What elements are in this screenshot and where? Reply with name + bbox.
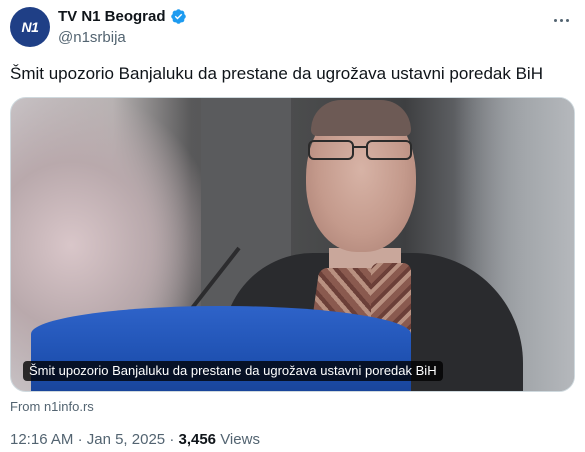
speaker-hair: [311, 100, 411, 136]
meta-separator: ·: [77, 431, 83, 448]
media-caption: Šmit upozorio Banjaluku da prestane da u…: [23, 361, 443, 381]
speaker-glasses: [304, 140, 420, 162]
views-label: Views: [220, 431, 260, 448]
avatar[interactable]: N1: [10, 7, 50, 47]
views-count: 3,456: [178, 431, 217, 448]
more-horizontal-icon[interactable]: [551, 10, 571, 30]
author-display-name[interactable]: TV N1 Beograd: [58, 8, 166, 25]
meta-separator-2: ·: [169, 431, 175, 448]
tweet-meta: 12:16 AM · Jan 5, 2025 · 3,456 Views: [10, 431, 260, 448]
tweet-date[interactable]: Jan 5, 2025: [87, 431, 165, 448]
tweet-text: Šmit upozorio Banjaluku da prestane da u…: [10, 64, 543, 83]
verified-badge-icon: [170, 9, 186, 24]
tweet-time[interactable]: 12:16 AM: [10, 431, 73, 448]
author-name-row: TV N1 Beograd: [58, 8, 187, 25]
author-handle[interactable]: @n1srbija: [58, 29, 126, 46]
media-image[interactable]: Šmit upozorio Banjaluku da prestane da u…: [10, 97, 575, 392]
avatar-logo-text: N1: [21, 19, 39, 35]
link-source[interactable]: From n1info.rs: [10, 399, 94, 414]
